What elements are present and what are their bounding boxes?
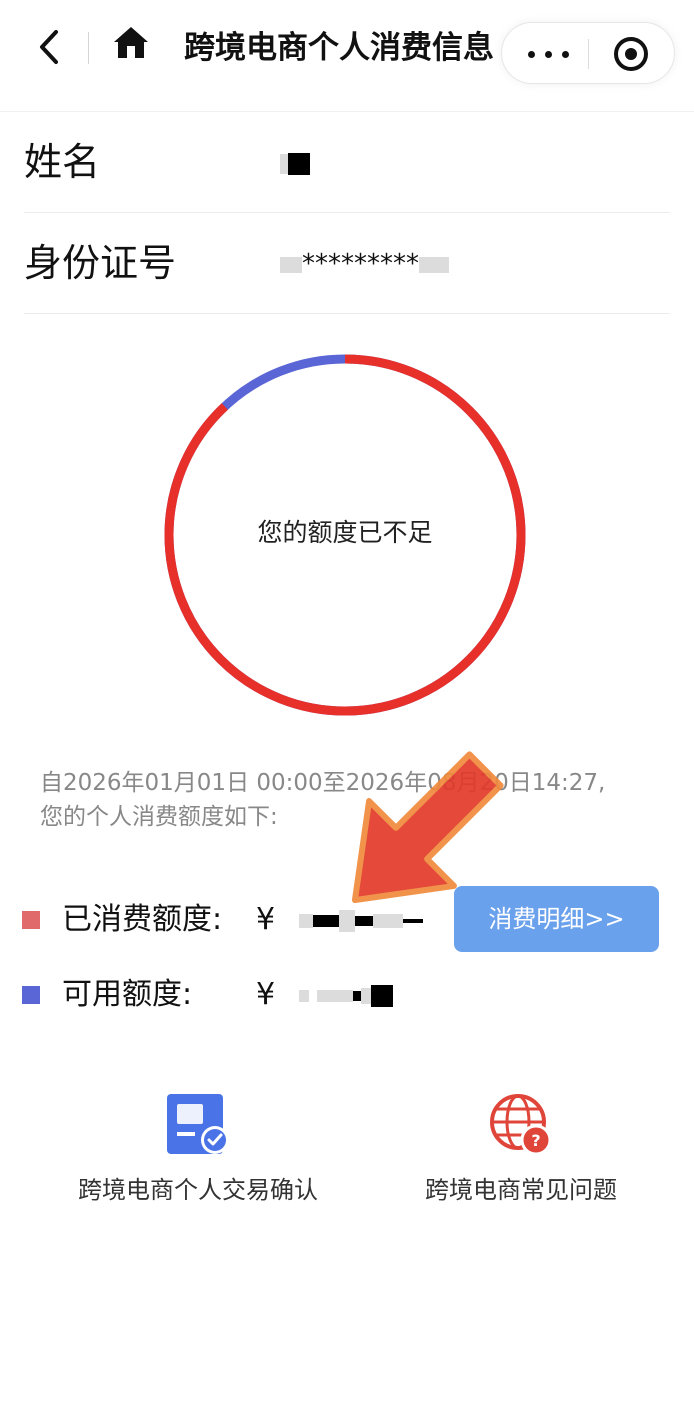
home-icon	[114, 27, 148, 58]
more-dots-icon	[528, 51, 535, 58]
svg-text:?: ?	[531, 1131, 540, 1150]
page-title: 跨境电商个人消费信息	[184, 30, 494, 66]
used-quota-label: 已消费额度:	[62, 902, 223, 937]
more-dots-icon	[562, 51, 569, 58]
used-quota-swatch	[22, 911, 40, 929]
capsule-divider	[588, 39, 589, 69]
quota-period-description: 自2026年01月01日 00:00至2026年08月20日14:27, 您的个…	[40, 766, 660, 834]
name-value-redacted	[280, 143, 310, 183]
used-quota-amount: ¥	[256, 899, 423, 941]
nav-divider	[88, 32, 89, 64]
consumption-detail-button[interactable]: 消费明细>>	[454, 886, 659, 952]
available-quota-amount: ¥	[256, 974, 393, 1016]
target-icon	[625, 48, 637, 60]
quota-ring-chart: 您的额度已不足	[160, 350, 530, 720]
id-number-label: 身份证号	[24, 241, 177, 285]
more-dots-icon	[545, 51, 552, 58]
id-number-value: *********	[280, 244, 449, 284]
close-miniprogram-button[interactable]	[614, 37, 648, 71]
available-quota-swatch	[22, 986, 40, 1004]
faq-label: 跨境电商常见问题	[425, 1176, 617, 1204]
used-quota-row: 已消费额度: ¥	[22, 895, 462, 945]
personal-transaction-confirm-entry[interactable]: 跨境电商个人交易确认	[48, 1090, 348, 1220]
navigation-bar: 跨境电商个人消费信息	[0, 0, 694, 112]
name-label: 姓名	[24, 140, 101, 184]
document-check-icon	[163, 1090, 233, 1160]
mini-program-capsule	[501, 22, 675, 84]
period-line-1: 自2026年01月01日 00:00至2026年08月20日14:27,	[40, 770, 606, 796]
chevron-left-icon	[40, 30, 58, 64]
globe-question-icon: ?	[486, 1090, 556, 1160]
personal-transaction-confirm-label: 跨境电商个人交易确认	[78, 1176, 318, 1204]
more-button[interactable]	[524, 23, 574, 83]
back-button[interactable]	[30, 22, 74, 72]
period-line-2: 您的个人消费额度如下:	[40, 804, 278, 830]
quota-status-text: 您的额度已不足	[257, 518, 433, 547]
home-button[interactable]	[110, 22, 152, 66]
id-number-stars: *********	[302, 249, 419, 279]
id-number-row: 身份证号 *********	[24, 214, 670, 314]
faq-entry[interactable]: ? 跨境电商常见问题	[371, 1090, 671, 1220]
available-quota-row: 可用额度: ¥	[22, 970, 462, 1020]
name-row: 姓名	[24, 113, 670, 213]
available-quota-label: 可用额度:	[62, 977, 193, 1012]
